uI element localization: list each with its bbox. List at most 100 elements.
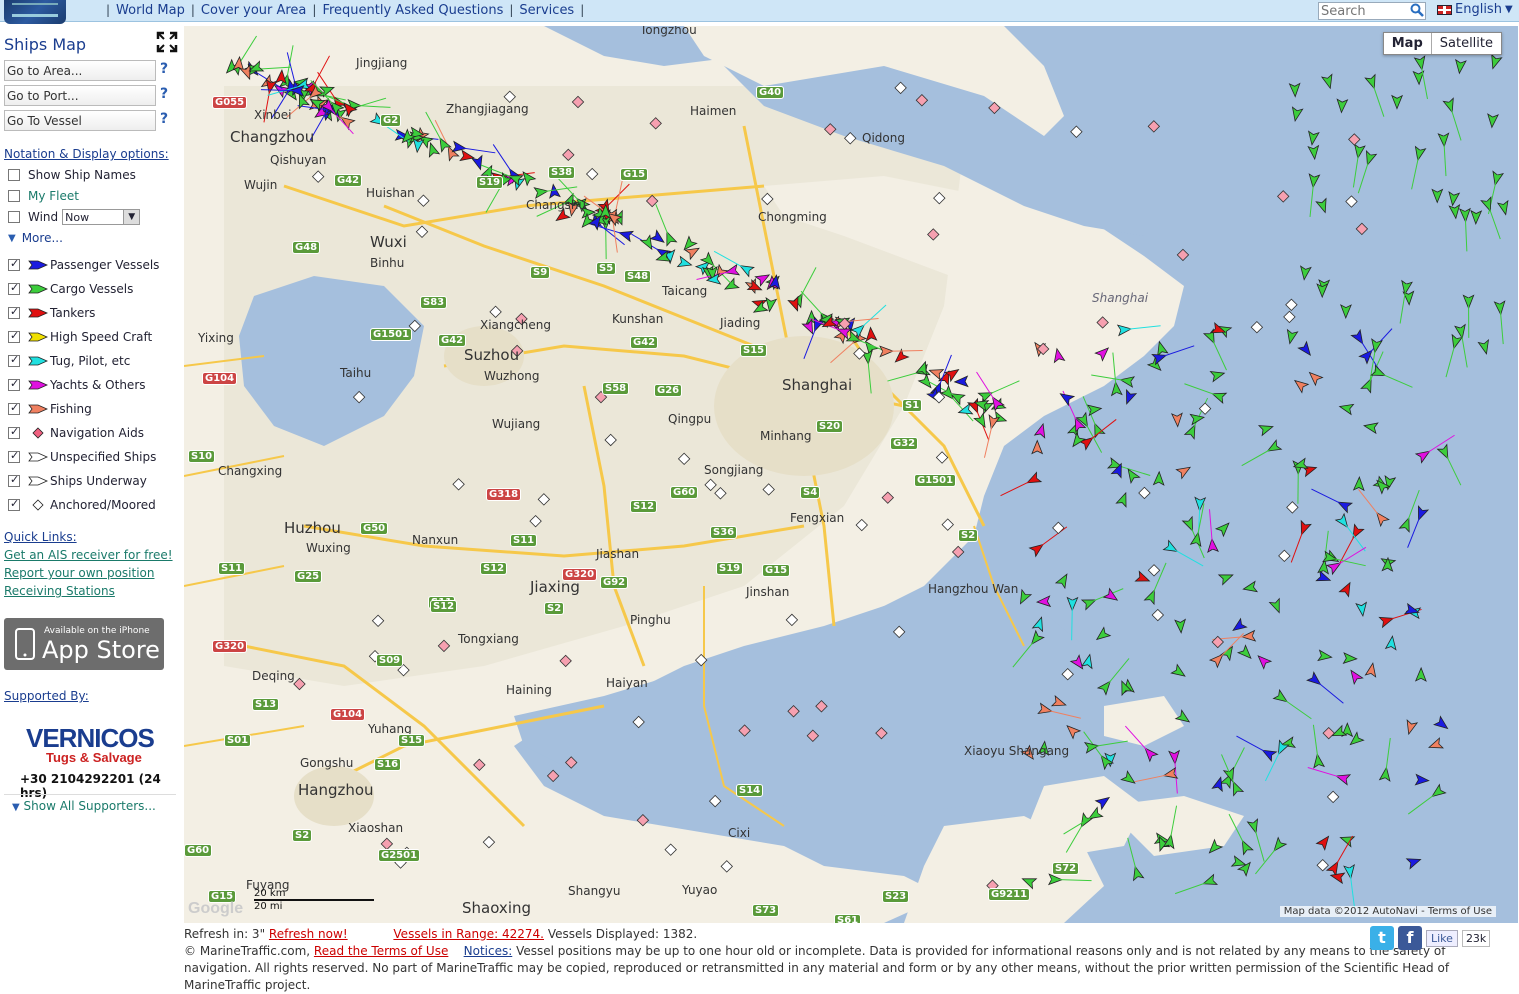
goto-area-input[interactable]: Go to Area... [4, 60, 156, 81]
legend-checkbox[interactable] [8, 499, 20, 511]
ship-marker[interactable] [1336, 99, 1347, 113]
ship-marker[interactable] [1343, 653, 1357, 664]
ship-marker[interactable] [1122, 390, 1136, 406]
ship-marker[interactable] [1383, 476, 1396, 491]
ship-marker[interactable] [1306, 369, 1323, 385]
ship-marker[interactable] [1154, 472, 1165, 485]
more-options-toggle[interactable]: ▼ More... [8, 231, 63, 245]
my-fleet-checkbox[interactable] [8, 190, 20, 202]
anchored-marker[interactable] [1286, 299, 1297, 310]
legend-checkbox[interactable] [8, 331, 20, 343]
wind-time-select[interactable]: Now ▼ [62, 209, 140, 225]
ship-marker[interactable] [1339, 580, 1354, 596]
show-ship-names-option[interactable]: Show Ship Names [8, 168, 136, 182]
map-canvas[interactable]: Map Satellite ChangzhouWuxiSuzhouShangha… [184, 26, 1518, 923]
ship-marker[interactable] [1219, 570, 1235, 584]
supported-by-title[interactable]: Supported By: [4, 689, 89, 703]
legend-checkbox[interactable] [8, 427, 20, 439]
legend-item[interactable]: Anchored/Moored [8, 498, 156, 512]
app-store-badge[interactable]: Available on the iPhone App Store [4, 618, 164, 670]
ship-marker[interactable] [1259, 422, 1275, 436]
anchored-marker[interactable] [1053, 522, 1064, 533]
ship-marker[interactable] [1330, 870, 1345, 883]
legend-item[interactable]: Tug, Pilot, etc [8, 354, 130, 368]
ship-marker[interactable] [1454, 60, 1466, 74]
anchored-marker[interactable] [1212, 636, 1223, 647]
legend-checkbox[interactable] [8, 475, 20, 487]
nav-faq[interactable]: Frequently Asked Questions [322, 3, 503, 18]
ship-marker[interactable] [1172, 413, 1183, 427]
nav-world-map[interactable]: World Map [116, 3, 185, 18]
ship-marker[interactable] [1338, 401, 1353, 414]
help-icon[interactable]: ? [160, 111, 168, 127]
twitter-icon[interactable]: t [1370, 926, 1394, 950]
ship-marker[interactable] [1363, 421, 1378, 434]
ship-marker[interactable] [1498, 201, 1511, 216]
help-icon[interactable]: ? [160, 61, 168, 77]
ship-marker[interactable] [1292, 376, 1309, 392]
anchored-marker[interactable] [1327, 791, 1338, 802]
fullscreen-icon[interactable] [156, 31, 178, 53]
anchored-marker[interactable] [547, 770, 558, 781]
quick-links-title[interactable]: Quick Links: [4, 530, 77, 544]
ship-marker[interactable] [1356, 602, 1368, 616]
refresh-now-link[interactable]: Refresh now! [269, 927, 348, 941]
legend-checkbox[interactable] [8, 307, 20, 319]
legend-item[interactable]: Cargo Vessels [8, 282, 133, 296]
ship-marker[interactable] [1037, 596, 1051, 607]
ship-marker[interactable] [1354, 477, 1365, 490]
legend-item[interactable]: Navigation Aids [8, 426, 144, 440]
map-attribution[interactable]: Map data ©2012 AutoNavi - Terms of Use [1280, 906, 1496, 917]
ship-marker[interactable] [1135, 571, 1151, 585]
anchored-marker[interactable] [1071, 126, 1082, 137]
ship-marker[interactable] [1289, 83, 1300, 96]
ship-marker[interactable] [1488, 55, 1502, 71]
legend-checkbox[interactable] [8, 379, 20, 391]
ship-marker[interactable] [1216, 520, 1233, 537]
ship-marker[interactable] [1322, 74, 1335, 89]
anchored-marker[interactable] [1148, 121, 1159, 132]
legend-checkbox[interactable] [8, 403, 20, 415]
legend-item[interactable]: Passenger Vessels [8, 258, 159, 272]
ship-marker[interactable] [1316, 571, 1332, 585]
show-ship-names-checkbox[interactable] [8, 169, 20, 181]
receiving-stations-link[interactable]: Receiving Stations [4, 584, 115, 598]
ship-marker[interactable] [1056, 572, 1072, 588]
legend-checkbox[interactable] [8, 451, 20, 463]
ship-marker[interactable] [1242, 581, 1257, 594]
anchored-marker[interactable] [1278, 191, 1289, 202]
ship-marker[interactable] [1392, 96, 1402, 109]
ship-marker[interactable] [1308, 146, 1320, 160]
ship-marker[interactable] [1487, 114, 1498, 128]
ship-marker[interactable] [1404, 720, 1417, 735]
anchored-marker[interactable] [1323, 728, 1334, 739]
facebook-like-button[interactable]: Like [1426, 930, 1458, 947]
ship-marker[interactable] [1238, 645, 1255, 662]
anchored-marker[interactable] [1284, 311, 1295, 322]
ship-marker[interactable] [1221, 644, 1237, 661]
ship-marker[interactable] [1471, 211, 1482, 224]
ship-marker[interactable] [1032, 441, 1042, 454]
anchored-marker[interactable] [1177, 249, 1188, 260]
ship-marker[interactable] [1176, 463, 1193, 479]
wind-option[interactable]: Wind Now ▼ [8, 209, 140, 225]
anchored-marker[interactable] [1349, 134, 1360, 145]
facebook-icon[interactable]: f [1398, 926, 1422, 950]
legend-checkbox[interactable] [8, 355, 20, 367]
ship-marker[interactable] [1290, 107, 1303, 122]
ship-marker[interactable] [1255, 652, 1272, 669]
anchored-marker[interactable] [1356, 223, 1367, 234]
ship-marker[interactable] [1317, 833, 1333, 850]
wind-checkbox[interactable] [8, 211, 20, 223]
terms-of-use-link[interactable]: Read the Terms of Use [314, 944, 448, 958]
ship-marker[interactable] [1316, 199, 1330, 215]
ship-marker[interactable] [1416, 668, 1427, 681]
ship-marker[interactable] [1318, 650, 1332, 662]
ship-marker[interactable] [1190, 412, 1205, 424]
ship-marker[interactable] [1449, 205, 1461, 219]
ship-marker[interactable] [1339, 833, 1355, 847]
goto-port-input[interactable]: Go to Port... [4, 85, 156, 106]
nav-services[interactable]: Services [519, 3, 574, 18]
ship-marker[interactable] [1035, 423, 1048, 438]
ship-marker[interactable] [1434, 716, 1451, 732]
